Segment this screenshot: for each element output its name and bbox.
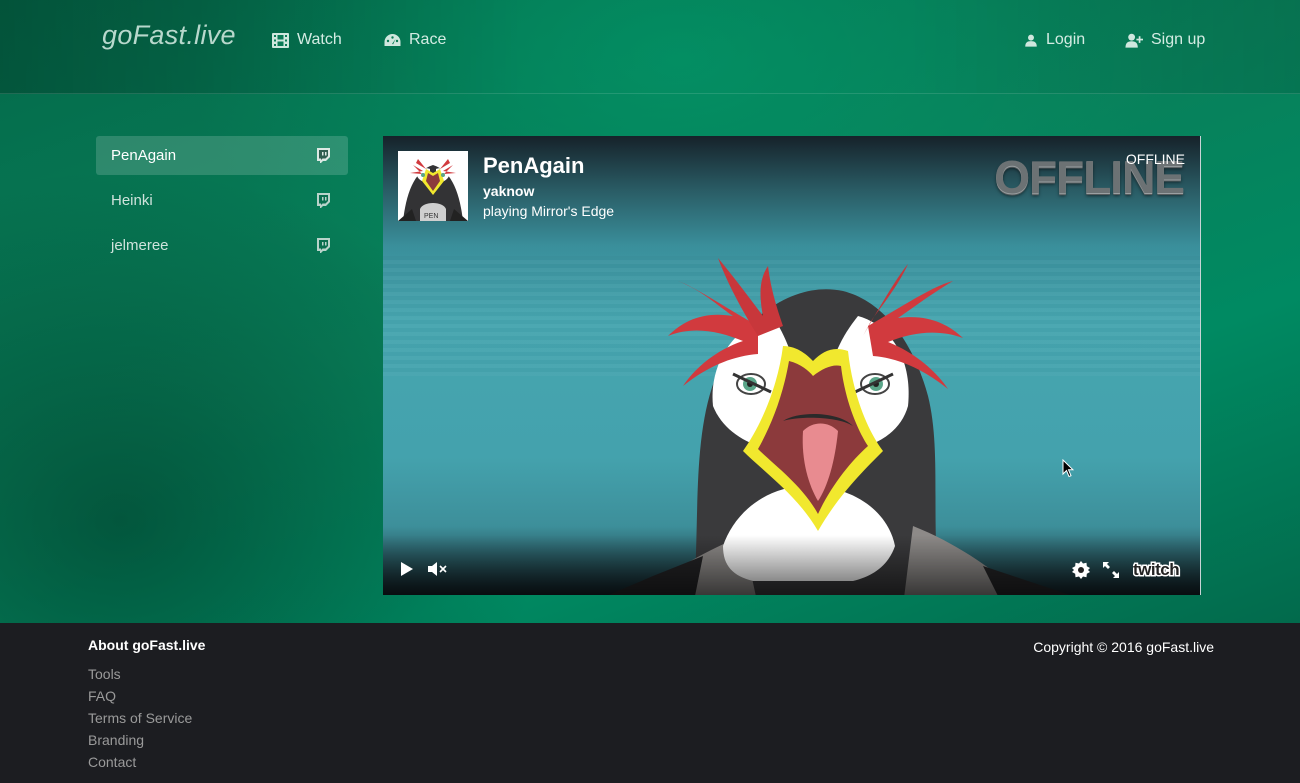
footer-link-terms[interactable]: Terms of Service [88,709,192,731]
navbar: goFast.live Watch Race Login Sign up [0,0,1300,94]
footer-about-heading: About goFast.live [88,637,206,653]
mute-icon [428,562,447,576]
sidebar-item-label: jelmeree [111,237,169,254]
twitch-icon [317,148,330,163]
stream-title: yaknow [483,183,535,199]
fullscreen-button[interactable] [1102,561,1120,579]
offline-status: OFFLINE [1125,151,1185,167]
twitch-icon [317,193,330,208]
sidebar-item-label: Heinki [111,192,153,209]
nav-watch-link[interactable]: Watch [272,30,342,50]
nav-race-label: Race [409,31,447,48]
twitch-logo: twitch [1133,560,1181,580]
brand-logo[interactable]: goFast.live [102,20,236,51]
sidebar-item-penagain[interactable]: PenAgain [96,136,348,175]
stream-list: PenAgain Heinki jelmeree [96,136,348,271]
film-icon [272,32,289,48]
cursor-icon [1062,458,1075,478]
user-icon [1025,34,1037,47]
sidebar-item-jelmeree[interactable]: jelmeree [96,226,348,265]
settings-button[interactable] [1072,561,1090,579]
twitch-logo-text: twitch [1133,560,1179,579]
nav-watch-label: Watch [297,31,342,48]
mouse-cursor [1062,458,1075,483]
video-player[interactable]: PEN PenAgain yaknow playing Mirror's Edg… [383,136,1201,595]
play-button[interactable] [400,561,414,577]
fullscreen-icon [1103,562,1119,578]
signup-link[interactable]: Sign up [1125,30,1205,50]
player-controls: twitch [383,535,1200,595]
twitch-icon [317,238,330,253]
dashboard-icon [384,33,401,46]
sidebar-item-label: PenAgain [111,147,177,164]
user-plus-icon [1125,33,1143,48]
brand-main: Fast [132,20,187,50]
penguin-avatar-image: PEN [398,151,468,221]
channel-name[interactable]: PenAgain [483,153,584,179]
nav-race-link[interactable]: Race [384,30,446,50]
login-label: Login [1046,31,1086,48]
mute-button[interactable] [428,562,448,576]
brand-suffix: .live [186,20,236,50]
svg-text:PEN: PEN [424,213,438,220]
footer-link-tools[interactable]: Tools [88,665,192,687]
footer: About goFast.live Tools FAQ Terms of Ser… [0,623,1300,783]
signup-label: Sign up [1151,31,1206,48]
sidebar-item-heinki[interactable]: Heinki [96,181,348,220]
brand-prefix: go [102,20,133,50]
copyright-text: Copyright © 2016 goFast.live [1033,639,1214,655]
footer-links: Tools FAQ Terms of Service Branding Cont… [88,665,192,775]
login-link[interactable]: Login [1024,30,1085,50]
footer-link-faq[interactable]: FAQ [88,687,192,709]
gear-icon [1072,561,1090,579]
play-icon [401,562,413,576]
footer-link-contact[interactable]: Contact [88,753,192,775]
channel-avatar[interactable]: PEN [398,151,468,221]
twitch-logo-button[interactable]: twitch [1133,560,1183,580]
footer-link-branding[interactable]: Branding [88,731,192,753]
stream-game: playing Mirror's Edge [483,203,615,219]
